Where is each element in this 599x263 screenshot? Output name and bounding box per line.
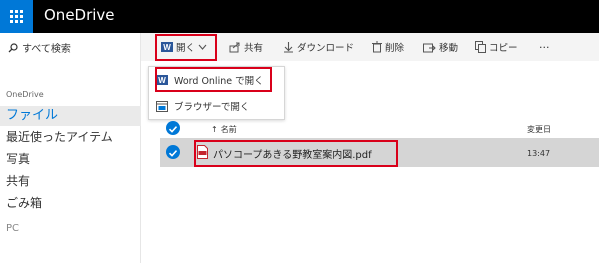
- move-button[interactable]: 移動: [423, 33, 458, 61]
- select-all-checkbox[interactable]: [166, 121, 180, 135]
- sidebar: すべて検索 OneDrive ファイル 最近使ったアイテム 写真 共有 ごみ箱 …: [0, 33, 141, 263]
- trash-icon: [372, 41, 382, 53]
- file-name-highlight: [194, 140, 398, 167]
- search-box[interactable]: すべて検索: [8, 40, 71, 55]
- sort-arrow-icon: ↑: [211, 125, 218, 134]
- share-icon: [229, 42, 240, 53]
- share-label: 共有: [244, 43, 264, 54]
- sidebar-item-shared[interactable]: 共有: [0, 171, 141, 191]
- move-icon: [423, 43, 436, 52]
- delete-label: 削除: [385, 43, 405, 54]
- sidebar-item-pc[interactable]: PC: [0, 219, 141, 239]
- nav-group-label: OneDrive: [6, 90, 44, 99]
- download-label: ダウンロード: [297, 43, 355, 54]
- sidebar-item-recycle-bin[interactable]: ごみ箱: [0, 193, 141, 213]
- app-header: OneDrive: [0, 0, 599, 33]
- open-button-highlight: [155, 34, 217, 61]
- open-in-browser-label: ブラウザーで開く: [174, 102, 250, 113]
- word-online-highlight: [155, 67, 272, 92]
- share-button[interactable]: 共有: [229, 33, 263, 61]
- column-header-name-label: 名前: [220, 125, 237, 134]
- app-launcher-button[interactable]: [0, 0, 33, 33]
- row-checkbox[interactable]: [166, 145, 180, 159]
- download-button[interactable]: ダウンロード: [283, 33, 354, 61]
- checkmark-icon: [168, 150, 178, 157]
- copy-icon: [475, 41, 486, 53]
- sidebar-item-photos[interactable]: 写真: [0, 149, 141, 169]
- move-label: 移動: [439, 43, 459, 54]
- column-header-name[interactable]: ↑ 名前: [211, 124, 237, 135]
- open-in-browser-item[interactable]: ブラウザーで開く: [150, 95, 283, 117]
- waffle-icon: [10, 10, 23, 23]
- download-icon: [284, 42, 293, 53]
- browser-icon: [156, 100, 168, 112]
- sidebar-item-files[interactable]: ファイル: [0, 106, 141, 126]
- app-title[interactable]: OneDrive: [44, 6, 115, 24]
- more-button[interactable]: ···: [539, 33, 550, 61]
- checkmark-icon: [168, 126, 178, 133]
- copy-button[interactable]: コピー: [475, 33, 518, 61]
- more-label: ···: [539, 40, 550, 54]
- copy-label: コピー: [489, 43, 518, 54]
- column-header-modified[interactable]: 変更日: [527, 124, 551, 135]
- search-icon: [8, 42, 18, 52]
- file-modified: 13:47: [527, 149, 551, 158]
- delete-button[interactable]: 削除: [372, 33, 404, 61]
- search-label: すべて検索: [22, 44, 71, 55]
- sidebar-item-recent[interactable]: 最近使ったアイテム: [0, 127, 141, 147]
